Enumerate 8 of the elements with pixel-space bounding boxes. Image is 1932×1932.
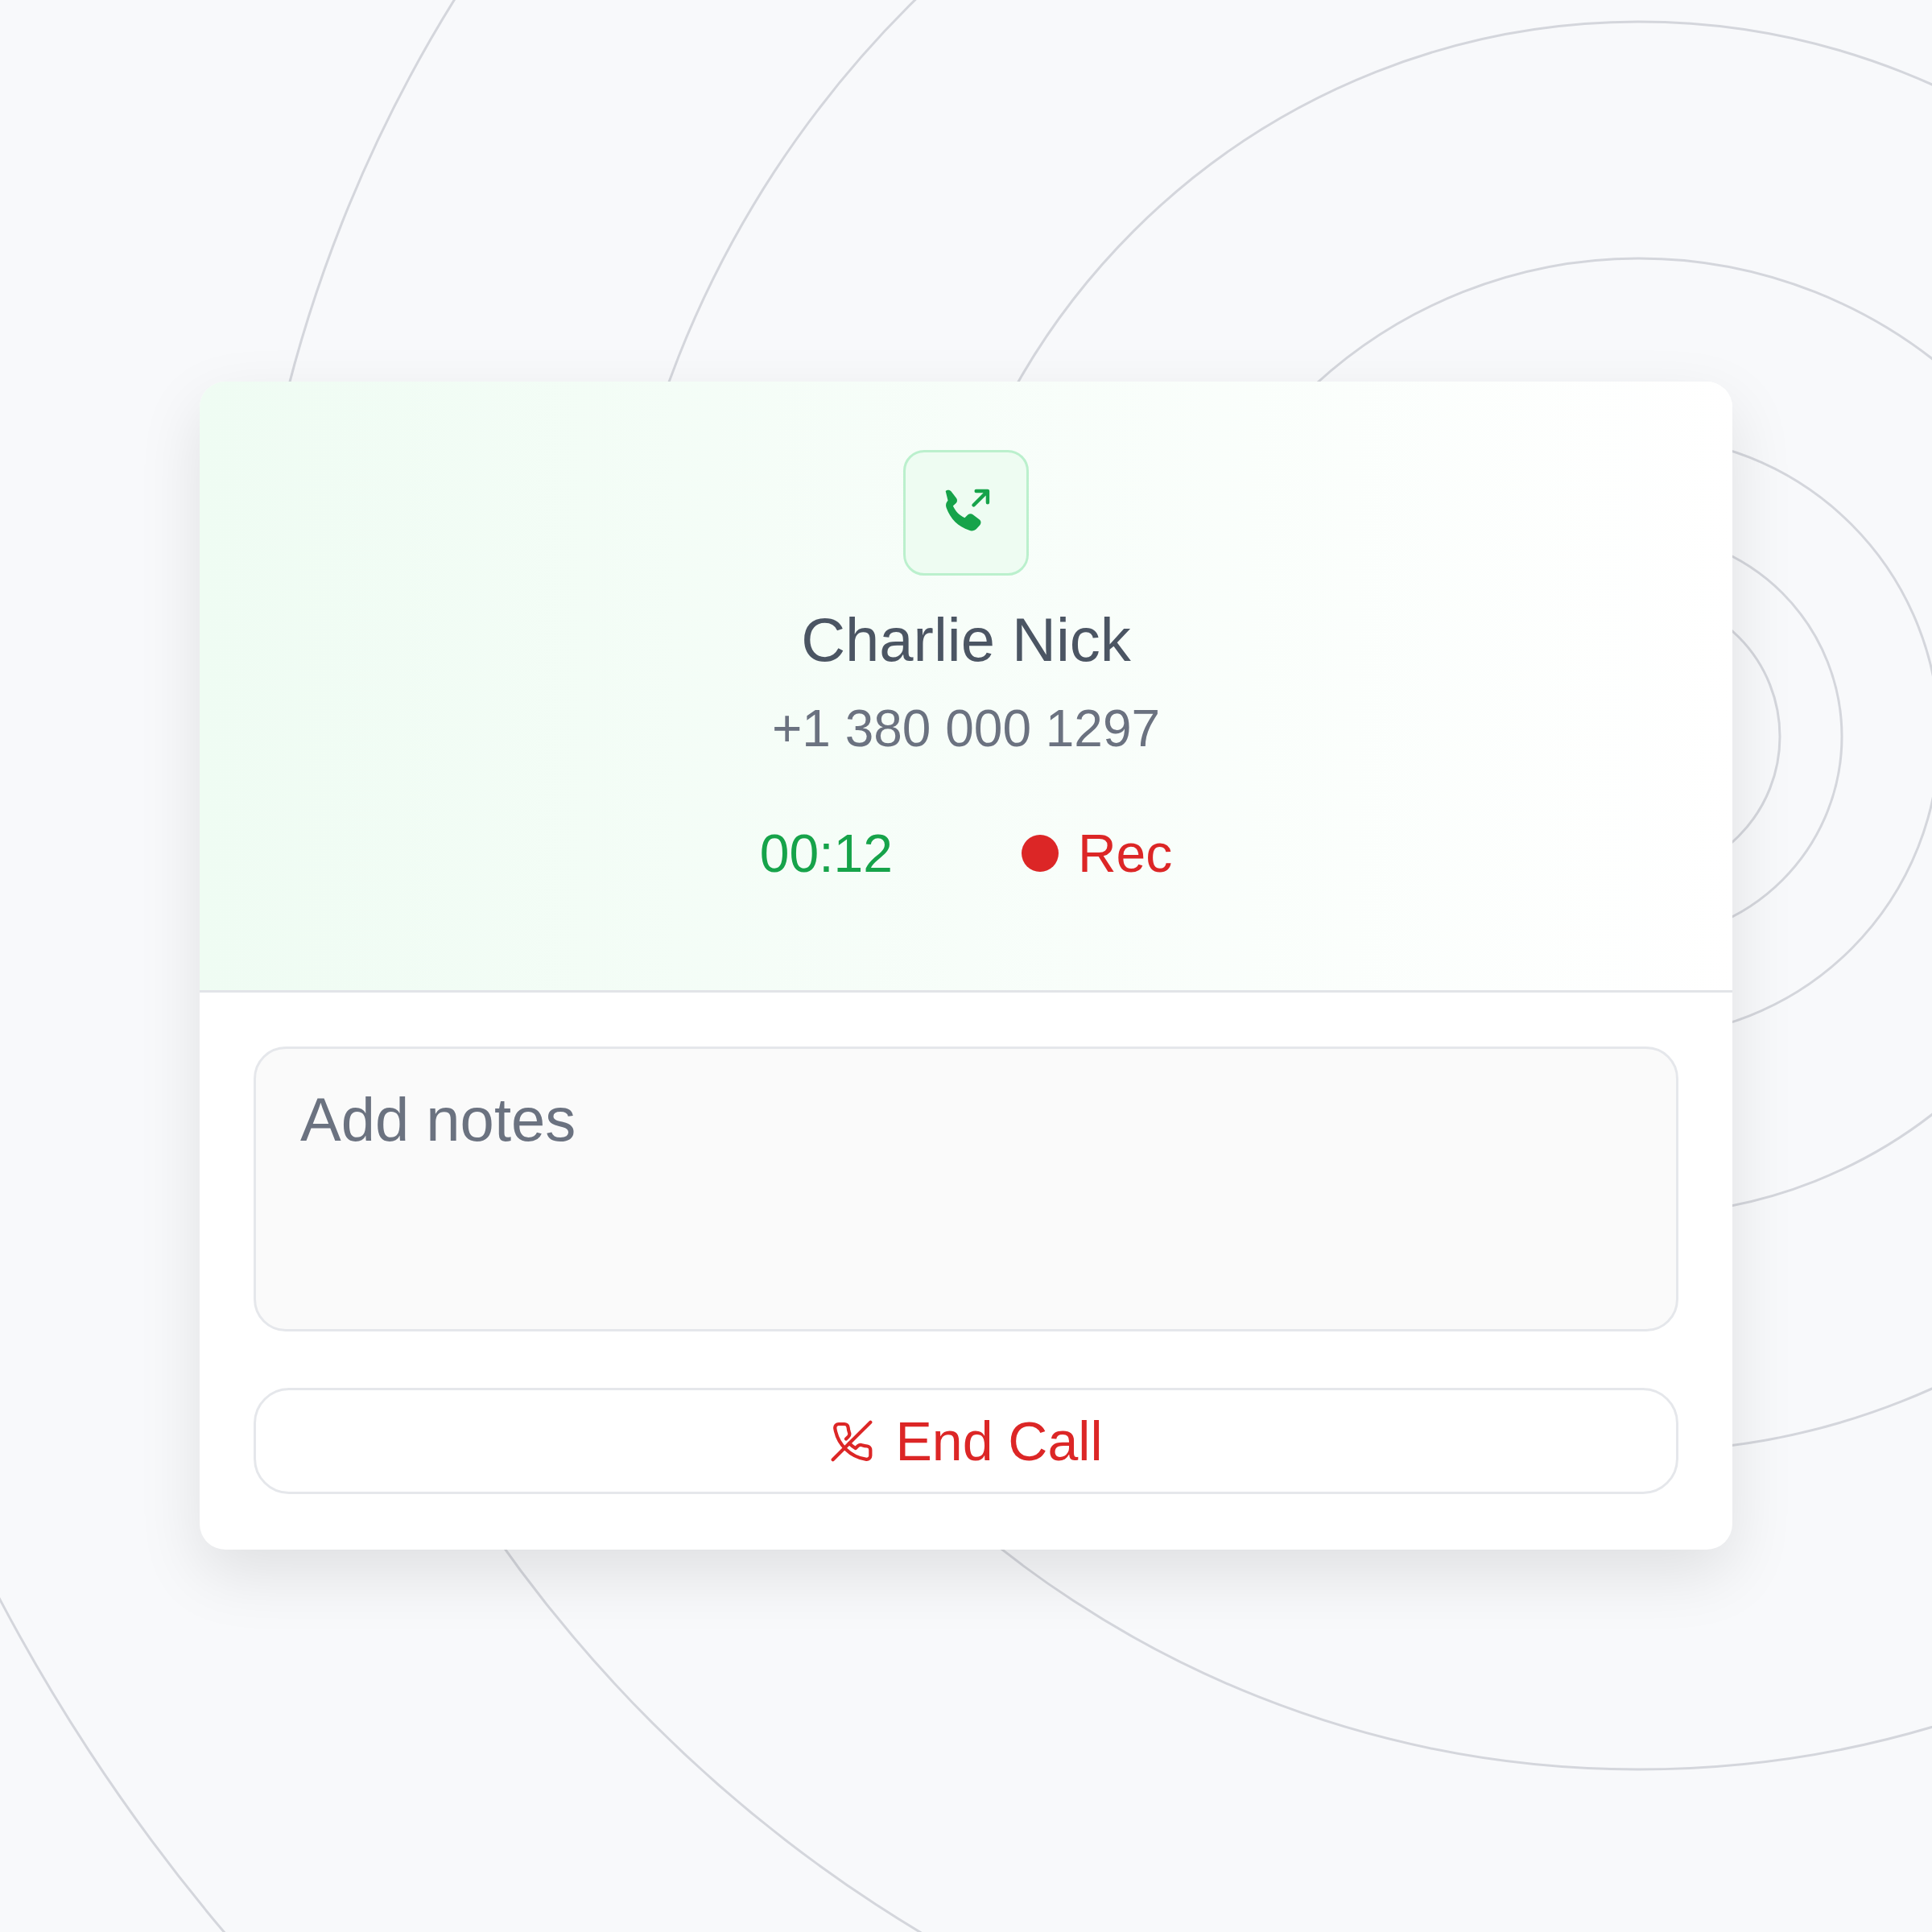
outgoing-call-icon bbox=[903, 450, 1029, 576]
call-timer: 00:12 bbox=[759, 827, 893, 880]
end-call-button[interactable]: End Call bbox=[254, 1388, 1678, 1494]
recording-label: Rec bbox=[1077, 827, 1173, 880]
phone-off-icon bbox=[829, 1418, 875, 1463]
phone-number: +1 380 000 1297 bbox=[771, 703, 1161, 754]
contact-name: Charlie Nick bbox=[801, 609, 1131, 671]
notes-field[interactable]: Add notes bbox=[254, 1046, 1678, 1331]
